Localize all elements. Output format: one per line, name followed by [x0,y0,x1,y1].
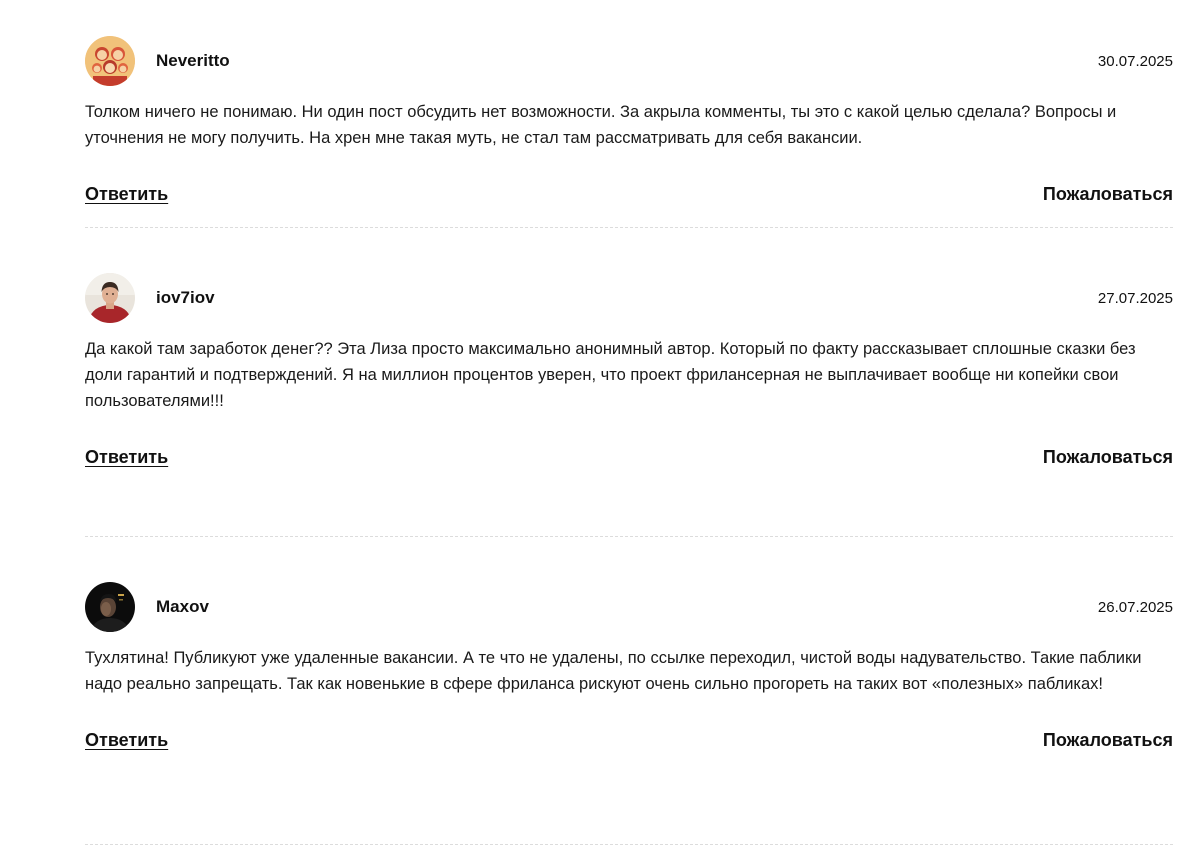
comment-header: Maxov 26.07.2025 [85,582,1173,632]
comment-author[interactable]: iov7iov [156,288,1098,308]
comment-date: 26.07.2025 [1097,598,1173,616]
reply-link[interactable]: Ответить [85,447,168,468]
comment-item: Maxov 26.07.2025 Тухлятина! Публикуют уж… [85,582,1173,845]
avatar-photo-man-icon [85,273,135,323]
comment-text: Толком ничего не понимаю. Ни один пост о… [85,103,1117,147]
comment-author[interactable]: Maxov [156,597,1098,617]
comment-actions: Ответить Пожаловаться [85,447,1173,468]
avatar-cartoon-family-icon [85,36,135,86]
comment-actions: Ответить Пожаловаться [85,730,1173,751]
comment-text: Да какой там заработок денег?? Эта Лиза … [85,340,1136,410]
reply-link[interactable]: Ответить [85,730,168,751]
reply-link[interactable]: Ответить [85,184,168,205]
avatar[interactable] [85,273,135,323]
avatar[interactable] [85,36,135,86]
report-link[interactable]: Пожаловаться [1043,447,1173,468]
report-link[interactable]: Пожаловаться [1043,730,1173,751]
comment-author[interactable]: Neveritto [156,51,1098,71]
comment-item: iov7iov 27.07.2025 Да какой там заработо… [85,273,1173,537]
comment-actions: Ответить Пожаловаться [85,184,1173,205]
comment-item: Neveritto 30.07.2025 Толком ничего не по… [85,0,1173,228]
comment-date: 30.07.2025 [1097,52,1173,70]
comment-date: 27.07.2025 [1097,289,1173,307]
comment-text: Тухлятина! Публикуют уже удаленные вакан… [85,649,1142,693]
comment-header: iov7iov 27.07.2025 [85,273,1173,323]
avatar[interactable] [85,582,135,632]
comments-list: Neveritto 30.07.2025 Толком ничего не по… [85,0,1173,845]
avatar-photo-dark-icon [85,582,135,632]
comment-header: Neveritto 30.07.2025 [85,36,1173,86]
report-link[interactable]: Пожаловаться [1043,184,1173,205]
